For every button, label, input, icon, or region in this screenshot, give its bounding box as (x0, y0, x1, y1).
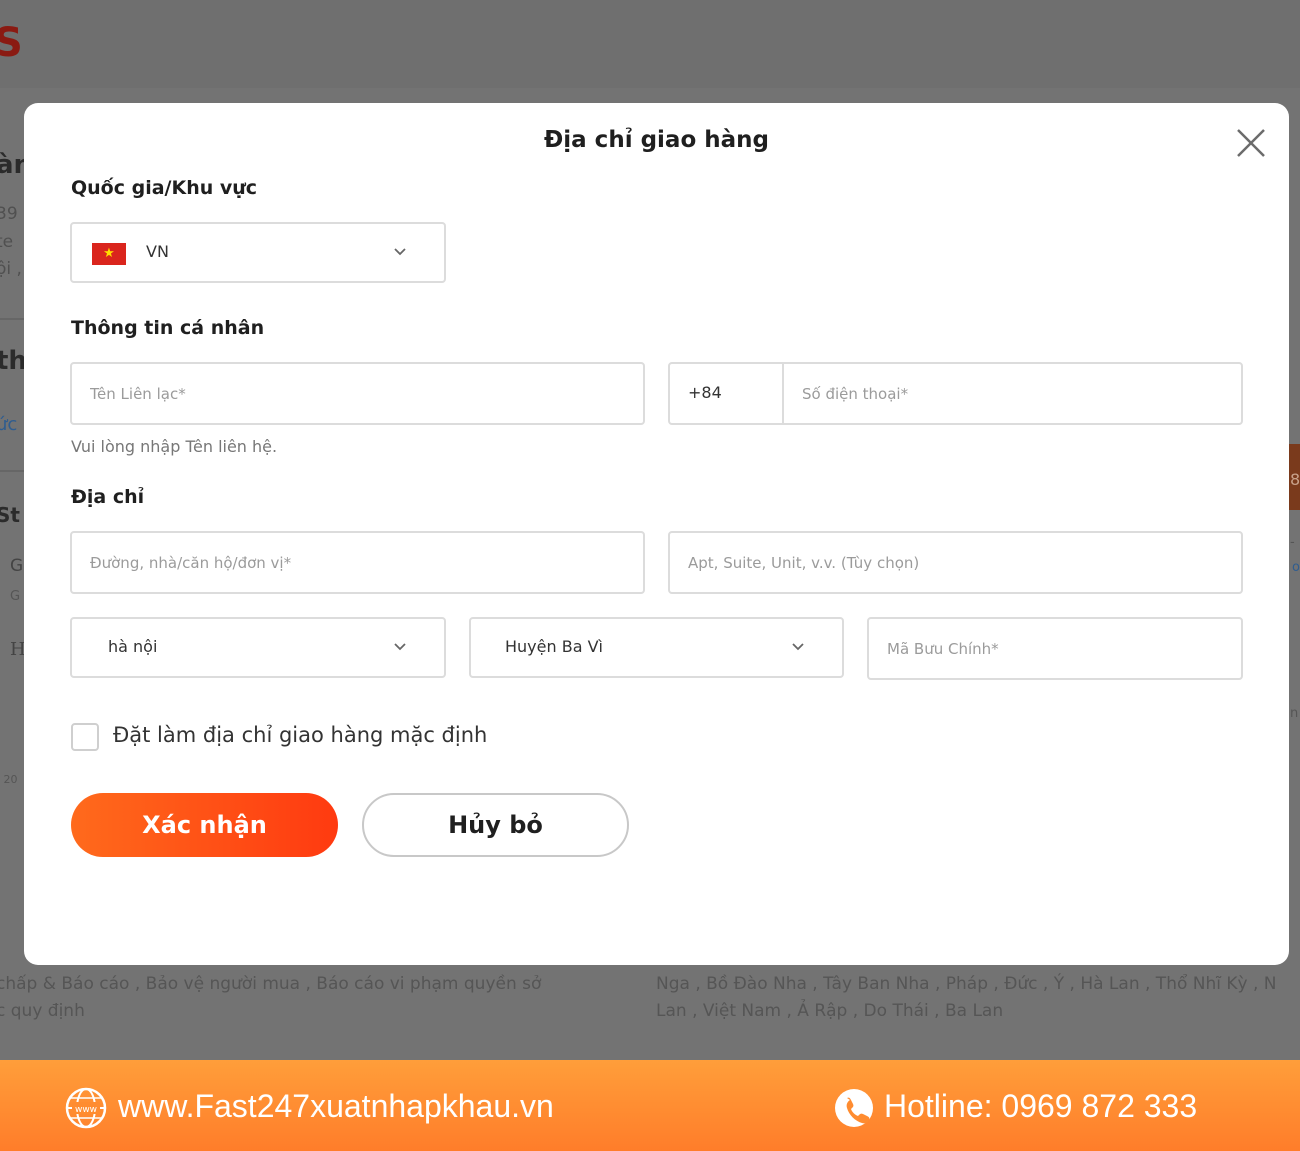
background-text: te (0, 232, 14, 252)
phone-field[interactable]: +84 (668, 362, 1243, 425)
background-footer-text: chấp & Báo cáo , Bảo vệ người mua , Báo … (0, 974, 542, 994)
cancel-button[interactable]: Hủy bỏ (362, 793, 629, 857)
close-icon (1237, 129, 1265, 157)
phone-code-box[interactable]: +84 (670, 364, 784, 423)
globe-icon: www (65, 1087, 107, 1129)
contact-name-field[interactable] (70, 362, 645, 425)
background-header (0, 0, 1300, 88)
district-select-value: Huyện Ba Vì (505, 637, 603, 656)
vietnam-flag-icon: ★ (92, 243, 126, 265)
confirm-button[interactable]: Xác nhận (71, 793, 338, 857)
background-heading: th (0, 346, 27, 376)
background-link: ức (0, 414, 18, 435)
country-select[interactable]: ★ VN (70, 222, 446, 283)
background-footer-text: c quy định (0, 1001, 85, 1021)
background-text: G (10, 556, 24, 576)
shipping-address-modal: Địa chỉ giao hàng Quốc gia/Khu vực ★ VN … (24, 103, 1289, 965)
street-input[interactable] (72, 533, 643, 592)
default-address-checkbox[interactable] (71, 723, 99, 751)
background-side-tab-text: 8 (1290, 470, 1300, 489)
apt-field[interactable] (668, 531, 1243, 594)
street-field[interactable] (70, 531, 645, 594)
globe-badge-text: www (75, 1105, 97, 1115)
address-section-label: Địa chỉ (71, 486, 145, 508)
background-footer-text: Lan , Việt Nam , Ả Rập , Do Thái , Ba La… (656, 1001, 1004, 1021)
country-section-label: Quốc gia/Khu vực (71, 177, 258, 199)
phone-number-input[interactable] (784, 364, 1241, 423)
country-select-value: VN (146, 242, 169, 261)
postal-code-input[interactable] (869, 619, 1241, 678)
background-text: - (1290, 535, 1295, 550)
background-text: o (1292, 560, 1300, 575)
chevron-down-icon (792, 643, 804, 651)
background-text: 39 (0, 204, 18, 224)
promo-footer-bar: www www.Fast247xuatnhapkhau.vn Hotline: … (0, 1060, 1300, 1151)
phone-country-code: +84 (688, 383, 722, 402)
background-text: n (1290, 706, 1299, 721)
default-address-label[interactable]: Đặt làm địa chỉ giao hàng mặc định (113, 723, 487, 747)
postal-code-field[interactable] (867, 617, 1243, 680)
district-select[interactable]: Huyện Ba Vì (469, 617, 844, 678)
promo-website[interactable]: www.Fast247xuatnhapkhau.vn (118, 1088, 554, 1125)
close-button[interactable] (1233, 125, 1269, 161)
promo-hotline[interactable]: Hotline: 0969 872 333 (884, 1088, 1197, 1125)
chevron-down-icon (394, 643, 406, 651)
province-select[interactable]: hà nội (70, 617, 446, 678)
background-text: - 20 (0, 773, 18, 786)
background-text: G (10, 589, 21, 604)
background-heading: St (0, 503, 20, 527)
contact-name-error-hint: Vui lòng nhập Tên liên hệ. (71, 437, 278, 456)
background-text: ội , (0, 259, 22, 279)
modal-title: Địa chỉ giao hàng (544, 127, 769, 153)
chevron-down-icon (394, 248, 406, 256)
background-logo: S (0, 20, 23, 66)
personal-info-section-label: Thông tin cá nhân (71, 317, 265, 339)
province-select-value: hà nội (108, 637, 158, 656)
phone-icon (835, 1089, 873, 1127)
apt-input[interactable] (670, 533, 1241, 592)
contact-name-input[interactable] (72, 364, 643, 423)
background-footer-text: Nga , Bồ Đào Nha , Tây Ban Nha , Pháp , … (656, 974, 1277, 994)
